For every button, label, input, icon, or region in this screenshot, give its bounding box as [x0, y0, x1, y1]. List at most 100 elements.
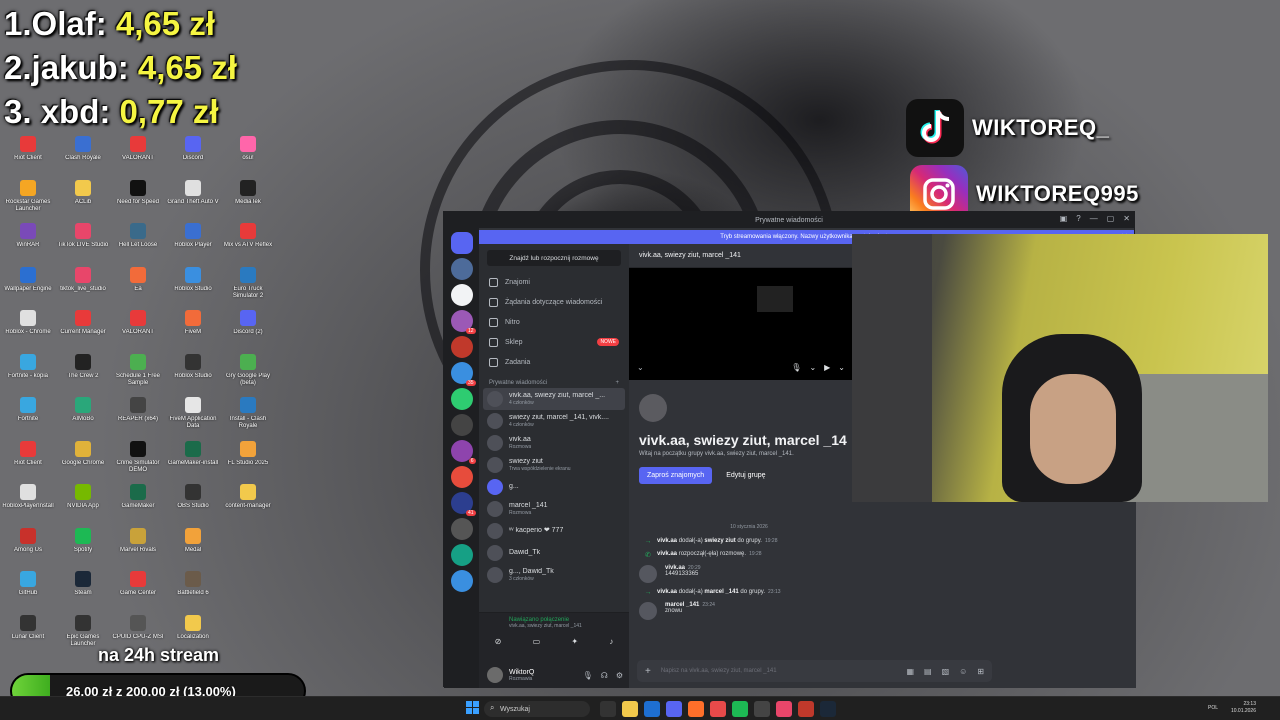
server-icon[interactable]: 6 [450, 440, 476, 464]
window-titlebar[interactable]: Prywatne wiadomości ▣ ? — ▢ ✕ [444, 212, 1134, 228]
maximize-icon[interactable]: ▢ [1107, 214, 1115, 223]
chevron-down-icon[interactable]: ⌄ [838, 363, 845, 372]
desktop-icon[interactable]: Lunar Client [0, 611, 56, 655]
desktop-icon[interactable]: Mix vs ATV Reflex [220, 219, 276, 263]
desktop-icon[interactable]: Fortnite [0, 393, 56, 437]
headphones-icon[interactable]: ☊ [601, 671, 608, 680]
inbox-icon[interactable]: ▣ [1060, 214, 1068, 223]
desktop-icon[interactable]: Discord (2) [220, 306, 276, 350]
desktop-icon[interactable]: Clash Royale [55, 132, 111, 176]
desktop-icon[interactable]: Google Chrome [55, 437, 111, 481]
server-icon[interactable] [450, 336, 473, 358]
language-indicator[interactable]: POL [1208, 705, 1218, 711]
app-icon[interactable] [688, 701, 704, 717]
desktop-icon[interactable]: Current Manager [55, 306, 111, 350]
desktop-icon[interactable]: Need for Speed [110, 176, 166, 220]
desktop-icon[interactable]: Steam [55, 567, 111, 611]
settings-icon[interactable]: ⚙ [616, 671, 623, 680]
invite-friends-button[interactable]: Zaproś znajomych [639, 467, 713, 484]
camera-off-icon[interactable]: ⊘ [495, 637, 502, 646]
server-icon[interactable] [450, 544, 473, 566]
create-dm-button[interactable]: + [615, 380, 619, 386]
file-explorer-icon[interactable] [622, 701, 638, 717]
desktop-icon[interactable]: The Crew 2 [55, 350, 111, 394]
desktop-icon[interactable]: Roblox Studio [165, 350, 221, 394]
desktop-icon[interactable]: Ea [110, 263, 166, 307]
desktop-icon[interactable]: Riot Client [0, 132, 56, 176]
start-button[interactable] [466, 701, 480, 715]
nav-nitro[interactable]: Nitro [479, 312, 629, 332]
activity-icon[interactable]: ✦ [571, 637, 578, 646]
desktop-icon[interactable]: Install - Clash Royale [220, 393, 276, 437]
desktop-icon[interactable]: FL Studio 2025 [220, 437, 276, 481]
apps-icon[interactable]: ⊞ [977, 667, 984, 676]
soundboard-icon[interactable]: ♪ [609, 637, 613, 646]
desktop-icon[interactable]: Roblox Studio [165, 263, 221, 307]
steam-icon[interactable] [820, 701, 836, 717]
desktop-icon[interactable]: RobloxPlayerInstall [0, 480, 56, 524]
taskbar-search[interactable]: ⌕ Wyszukaj [484, 701, 590, 717]
avatar[interactable] [487, 667, 503, 683]
spotify-icon[interactable] [732, 701, 748, 717]
nav-message-requests[interactable]: Żądania dotyczące wiadomości [479, 292, 629, 312]
home-icon[interactable] [450, 232, 473, 254]
server-icon[interactable] [450, 258, 473, 280]
server-icon[interactable]: 35 [450, 362, 476, 386]
desktop-icon[interactable]: Grand Theft Auto V [165, 176, 221, 220]
find-conversation-button[interactable]: Znajdź lub rozpocznij rozmowę [487, 250, 621, 266]
dm-item[interactable]: Dawid_Tk [479, 542, 629, 564]
desktop-icon[interactable]: MediaTek [220, 176, 276, 220]
desktop-icon[interactable]: Euro Truck Simulator 2 [220, 263, 276, 307]
microphone-icon[interactable]: 🎙 [791, 363, 801, 372]
call-area[interactable]: ⌄ 🎙 ⌄ ▶ ⌄ [629, 268, 853, 380]
chevron-down-icon[interactable]: ⌄ [637, 363, 644, 372]
minimize-icon[interactable]: — [1090, 214, 1098, 223]
screen-share-icon[interactable]: ▭ [533, 637, 541, 646]
tiktok-live-icon[interactable] [776, 701, 792, 717]
desktop-icon[interactable]: Medal [165, 524, 221, 568]
desktop-icon[interactable]: WinRAR [0, 219, 56, 263]
desktop-icon[interactable]: osu! [220, 132, 276, 176]
server-icon[interactable] [450, 466, 473, 488]
discord-icon[interactable] [666, 701, 682, 717]
desktop-icon[interactable]: REAPER (x64) [110, 393, 166, 437]
obs-icon[interactable] [754, 701, 770, 717]
server-icon[interactable] [450, 570, 473, 592]
clock[interactable]: 23:13 10.01.2026 [1231, 701, 1256, 715]
desktop-icon[interactable]: FiveM Application Data [165, 393, 221, 437]
gift-icon[interactable]: ▦ [906, 667, 914, 676]
dm-item[interactable]: g... [479, 476, 629, 498]
server-icon[interactable] [450, 414, 473, 436]
desktop-icon[interactable]: ACLib [55, 176, 111, 220]
nav-friends[interactable]: Znajomi [479, 272, 629, 292]
desktop-icon[interactable]: Discord [165, 132, 221, 176]
sticker-icon[interactable]: ▧ [942, 667, 950, 676]
nav-shop[interactable]: Sklep NOWE [479, 332, 629, 352]
desktop-icon[interactable]: Riot Client [0, 437, 56, 481]
dm-item[interactable]: swiezy ziut, marcel _141, vivk.... 4 czło… [479, 410, 629, 432]
close-icon[interactable]: ✕ [1123, 214, 1130, 223]
desktop-icon[interactable]: OBS Studio [165, 480, 221, 524]
help-icon[interactable]: ? [1076, 214, 1080, 223]
chevron-down-icon[interactable]: ⌄ [809, 363, 816, 372]
desktop-icon[interactable]: Roblox - Chrome [0, 306, 56, 350]
desktop-icon[interactable]: VALORANT [110, 132, 166, 176]
emoji-icon[interactable]: ☺ [959, 667, 967, 676]
desktop-icon[interactable]: content-manager [220, 480, 276, 524]
desktop-icon[interactable]: VALORANT [110, 306, 166, 350]
server-icon[interactable] [450, 284, 473, 306]
nav-quests[interactable]: Zadania [479, 352, 629, 372]
server-icon[interactable]: 12 [450, 310, 476, 334]
desktop-icon[interactable]: Battlefield 6 [165, 567, 221, 611]
message-input[interactable]: + Napisz na vivk.aa, swiezy ziut, marcel… [637, 660, 992, 682]
desktop-icon[interactable]: Roblox Player [165, 219, 221, 263]
desktop-icon[interactable]: GitHub [0, 567, 56, 611]
app-icon[interactable] [798, 701, 814, 717]
dm-item[interactable]: ᵛᵛ kacperio ❤ 777 [479, 520, 629, 542]
microphone-icon[interactable]: 🎙 [583, 671, 593, 680]
desktop-icon[interactable]: Wallpaper Engine [0, 263, 56, 307]
server-icon[interactable]: 41 [450, 492, 476, 516]
desktop-icon[interactable]: TikTok LIVE Studio [55, 219, 111, 263]
edge-icon[interactable] [644, 701, 660, 717]
edit-group-button[interactable]: Edytuj grupę [720, 467, 771, 484]
